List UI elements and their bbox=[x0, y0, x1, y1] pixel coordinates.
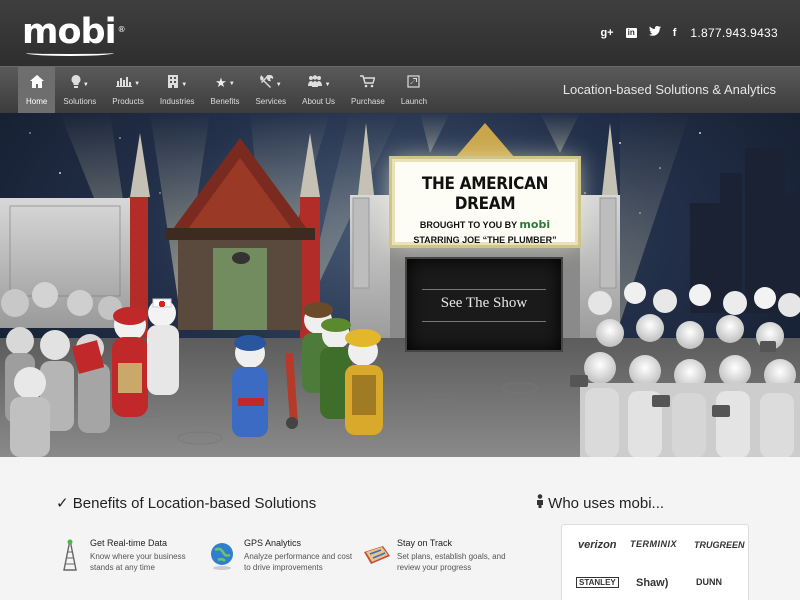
nav-label: Solutions bbox=[63, 97, 97, 106]
tools-icon: ▼ bbox=[255, 74, 286, 91]
facebook-icon[interactable]: f bbox=[673, 26, 677, 40]
benefit-desc: Analyze performance and cost to drive im… bbox=[244, 552, 353, 572]
see-the-show-label: See The Show bbox=[440, 295, 528, 311]
marquee-starring: STARRING JOE “THE PLUMBER” bbox=[413, 235, 557, 245]
nav-label: Purchase bbox=[351, 97, 385, 106]
marquee-title: THE AMERICAN DREAM bbox=[421, 174, 549, 214]
cart-icon bbox=[351, 75, 385, 91]
registered-mark: ® bbox=[117, 25, 126, 34]
nav-item-products[interactable]: ▼ Products bbox=[104, 67, 152, 113]
marquee-brought-by: BROUGHT TO YOU BY mobi bbox=[395, 218, 575, 231]
marquee-mobi-logo: mobi bbox=[519, 218, 551, 231]
client-logo-verizon: verizon bbox=[578, 539, 617, 551]
mobi-logo[interactable]: mobi ® bbox=[22, 12, 126, 56]
ornament-top bbox=[422, 289, 546, 290]
nav-item-launch[interactable]: Launch bbox=[393, 67, 435, 113]
home-icon bbox=[26, 75, 47, 91]
nav-item-purchase[interactable]: Purchase bbox=[343, 67, 393, 113]
logo-text: mobi bbox=[22, 12, 117, 52]
nav-item-industries[interactable]: ▼ Industries bbox=[152, 67, 203, 113]
google-plus-icon[interactable]: g+ bbox=[600, 26, 613, 40]
logo-swoosh bbox=[26, 50, 114, 56]
nav-label: Home bbox=[26, 97, 48, 106]
top-bar: mobi ® g+ in f 1.877.943.9433 bbox=[0, 0, 800, 66]
phone-number[interactable]: 1.877.943.9433 bbox=[690, 26, 778, 40]
who-uses-heading: Who uses mobi... bbox=[536, 494, 664, 512]
nav-item-benefits[interactable]: ★ ▼ Benefits bbox=[203, 67, 248, 113]
globe-icon bbox=[211, 543, 233, 570]
benefit-title[interactable]: GPS Analytics bbox=[244, 538, 301, 548]
client-logo-dunn: DUNN bbox=[696, 577, 722, 587]
benefit-desc: Know where your business stands at any t… bbox=[90, 552, 186, 572]
lightbulb-icon: ▼ bbox=[63, 75, 96, 91]
star-icon: ★ ▼ bbox=[215, 75, 235, 90]
twitter-icon[interactable] bbox=[648, 26, 661, 40]
benefit-title[interactable]: Get Real-time Data bbox=[90, 538, 167, 548]
building-icon: ▼ bbox=[160, 75, 195, 91]
nav-label: Products bbox=[112, 97, 144, 106]
content-section: ✓ Benefits of Location-based Solutions G… bbox=[0, 457, 800, 600]
site-tagline: Location-based Solutions & Analytics bbox=[562, 82, 776, 97]
main-nav: Home ▼ Solutions ▼ Products ▼ Industries… bbox=[0, 66, 800, 113]
client-logo-trugreen: TRUGREEN bbox=[694, 540, 745, 550]
tower-icon bbox=[63, 539, 77, 571]
nav-label: Benefits bbox=[210, 97, 240, 106]
people-icon: ▼ bbox=[302, 75, 335, 91]
client-logo-shaw: Shaw) bbox=[636, 577, 669, 589]
who-uses-title-text: Who uses mobi... bbox=[548, 495, 665, 512]
crowd-right bbox=[570, 282, 800, 457]
marquee-brought-by-text: BROUGHT TO YOU BY bbox=[419, 220, 517, 230]
benefit-title[interactable]: Stay on Track bbox=[397, 538, 452, 548]
person-icon bbox=[536, 494, 548, 512]
nav-item-solutions[interactable]: ▼ Solutions bbox=[55, 67, 104, 113]
nav-item-services[interactable]: ▼ Services bbox=[247, 67, 294, 113]
check-icon: ✓ bbox=[56, 495, 69, 512]
linkedin-icon[interactable]: in bbox=[625, 28, 637, 38]
hero-banner: THE AMERICAN DREAM BROUGHT TO YOU BY mob… bbox=[0, 113, 800, 457]
nav-label: Launch bbox=[400, 97, 428, 106]
launch-icon bbox=[401, 75, 427, 91]
client-logo-stanley: STANLEY bbox=[576, 577, 619, 588]
map-icon bbox=[364, 546, 390, 564]
marquee-sign: THE AMERICAN DREAM BROUGHT TO YOU BY mob… bbox=[392, 159, 578, 245]
social-links: g+ in f 1.877.943.9433 bbox=[600, 26, 778, 40]
nav-label: Services bbox=[255, 97, 287, 106]
client-logo-terminix: TERMINIX bbox=[630, 539, 678, 549]
benefits-heading: ✓ Benefits of Location-based Solutions bbox=[56, 494, 316, 512]
nav-item-about-us[interactable]: ▼ About Us bbox=[294, 67, 343, 113]
nav-items: Home ▼ Solutions ▼ Products ▼ Industries… bbox=[18, 67, 435, 114]
benefit-desc: Set plans, establish goals, and review y… bbox=[397, 552, 506, 572]
nav-label: About Us bbox=[302, 97, 336, 106]
client-logos: verizon TERMINIX TRUGREEN STANLEY Shaw) … bbox=[561, 524, 749, 600]
see-the-show-button[interactable]: See The Show bbox=[405, 257, 563, 352]
ornament-bottom bbox=[422, 321, 546, 322]
nav-label: Industries bbox=[159, 97, 195, 106]
chart-icon: ▼ bbox=[112, 75, 144, 91]
benefits-title-text: Benefits of Location-based Solutions bbox=[72, 495, 317, 512]
nav-item-home[interactable]: Home bbox=[18, 67, 56, 113]
